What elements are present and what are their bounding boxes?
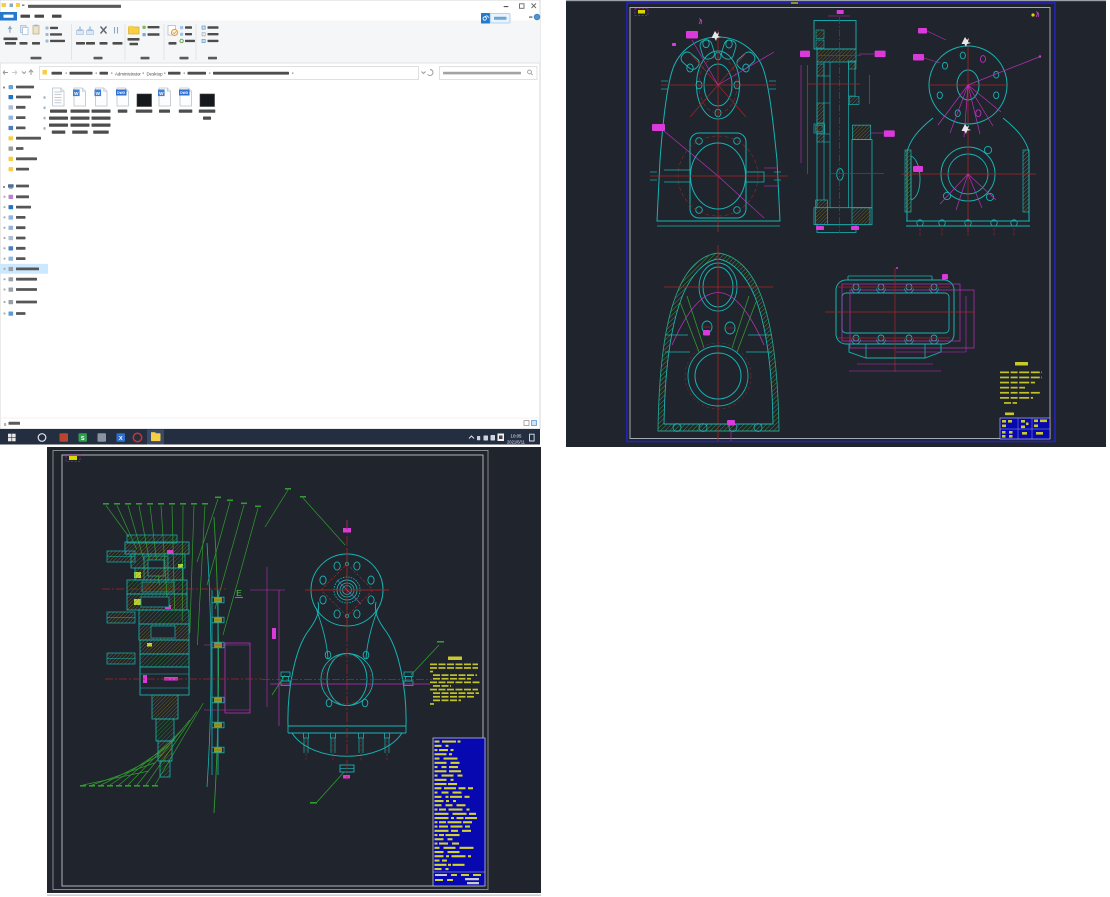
svg-text:W: W bbox=[159, 91, 164, 96]
svg-text:Desktop: Desktop bbox=[147, 71, 164, 76]
svg-text:2021/6/11: 2021/6/11 bbox=[507, 439, 526, 444]
svg-text:S: S bbox=[81, 436, 85, 442]
svg-text:DWG: DWG bbox=[180, 91, 188, 95]
svg-text:E: E bbox=[236, 588, 242, 598]
svg-text:10:05: 10:05 bbox=[511, 434, 523, 439]
svg-text:X: X bbox=[119, 436, 123, 442]
svg-text:DWG: DWG bbox=[117, 91, 125, 95]
svg-text:W: W bbox=[96, 91, 101, 96]
svg-text:W: W bbox=[74, 91, 79, 96]
svg-text:Administrator: Administrator bbox=[115, 71, 141, 76]
